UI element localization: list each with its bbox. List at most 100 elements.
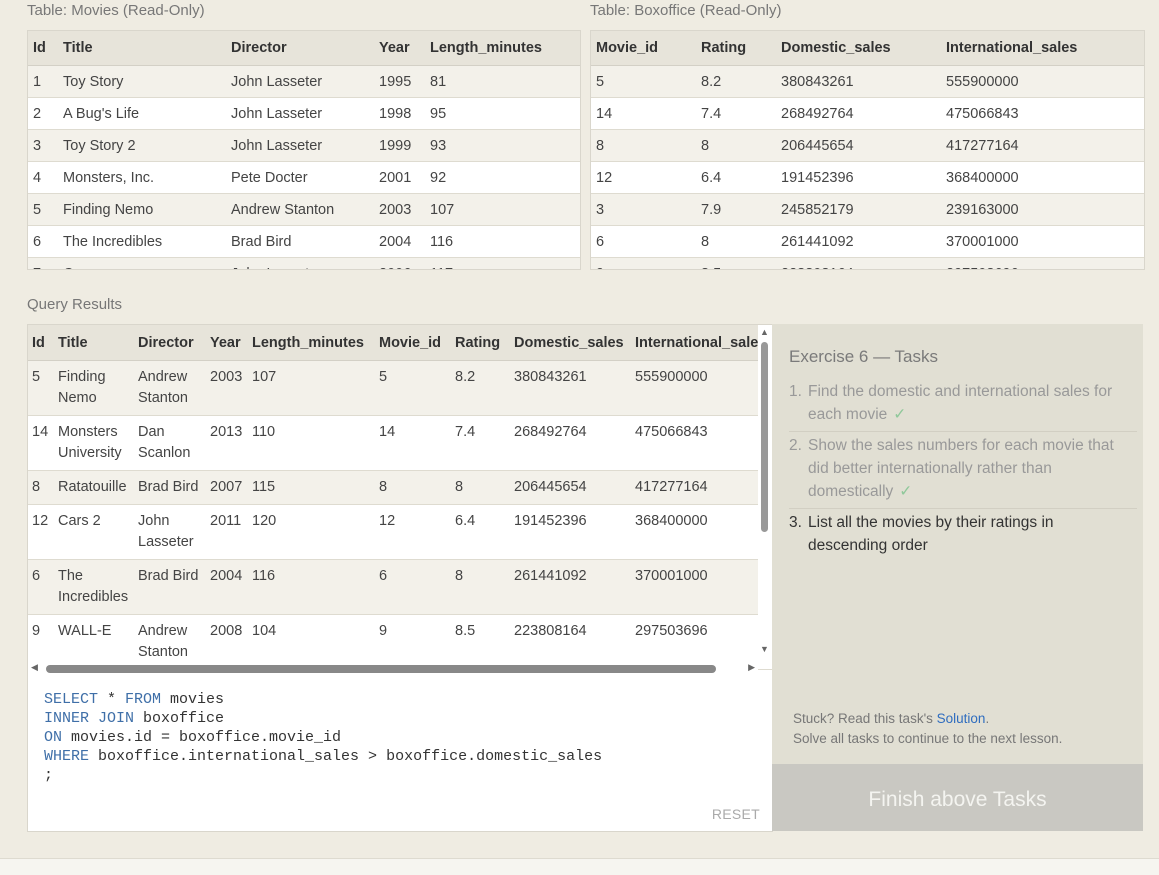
code-token: movies.id = boxoffice.movie_id bbox=[62, 729, 342, 746]
task-item-1: 1. Find the domestic and international s… bbox=[789, 378, 1137, 432]
table-cell: John Lasseter bbox=[226, 97, 374, 130]
table-cell: 7.4 bbox=[696, 97, 776, 130]
table-cell: 475066843 bbox=[941, 97, 1144, 130]
table-cell: 261441092 bbox=[510, 559, 631, 615]
table-row: 3 Toy Story 2 John Lasseter 1999 93 bbox=[28, 129, 580, 162]
solution-link[interactable]: Solution bbox=[937, 711, 986, 726]
movies-column-header: Director bbox=[226, 31, 374, 66]
scroll-left-arrow-icon[interactable]: ◀ bbox=[31, 662, 38, 673]
boxoffice-column-header: Rating bbox=[696, 31, 776, 66]
finish-tasks-button[interactable]: Finish above Tasks bbox=[772, 764, 1143, 831]
table-cell: 297503696 bbox=[941, 257, 1144, 269]
table-row: 8 8 206445654 417277164 bbox=[591, 129, 1144, 162]
movies-table: Id Title Director Year Length_minutes 1 Toy S… bbox=[28, 31, 580, 269]
table-cell: 3 bbox=[591, 193, 696, 226]
stuck-hint: Stuck? Read this task's Solution. Solve … bbox=[793, 709, 1062, 749]
table-cell: 6.4 bbox=[451, 504, 510, 560]
horizontal-scroll-thumb[interactable] bbox=[46, 665, 716, 673]
checkmark-icon: ✓ bbox=[893, 406, 907, 423]
table-row: 14 7.4 268492764 475066843 bbox=[591, 97, 1144, 130]
table-cell: 2004 bbox=[374, 225, 425, 258]
table-cell: Toy Story bbox=[58, 65, 226, 98]
table-cell: 380843261 bbox=[510, 360, 631, 416]
table-row: 12 Cars 2 John Lasseter 2011 120 12 6.4 1914523… bbox=[28, 504, 772, 560]
query-results-container[interactable]: Id Title Director Year Length_minutes Movie_i… bbox=[27, 324, 773, 681]
table-cell: 191452396 bbox=[776, 161, 941, 194]
table-cell: 261441092 bbox=[776, 225, 941, 258]
table-cell: 12 bbox=[591, 161, 696, 194]
table-cell: Cars bbox=[58, 257, 226, 269]
table-cell: 206445654 bbox=[510, 470, 631, 505]
task-item-2: 2. Show the sales numbers for each movie… bbox=[789, 432, 1137, 509]
table-cell: 1999 bbox=[374, 129, 425, 162]
table-cell: 6.4 bbox=[696, 161, 776, 194]
table-cell: 8.5 bbox=[696, 257, 776, 269]
table-row: 4 Monsters, Inc. Pete Docter 2001 92 bbox=[28, 161, 580, 194]
table-cell: 555900000 bbox=[941, 65, 1144, 98]
task-number: 3. bbox=[789, 514, 802, 531]
sql-editor[interactable]: SELECT * FROM movies INNER JOIN boxoffic… bbox=[27, 680, 773, 832]
table-cell: 2003 bbox=[206, 360, 248, 416]
tasks-panel: Exercise 6 — Tasks 1. Find the domestic … bbox=[772, 324, 1143, 764]
table-cell: 4 bbox=[28, 161, 58, 194]
table-cell: 12 bbox=[375, 504, 451, 560]
table-row: 98.5223808164297503696 bbox=[591, 257, 1144, 269]
boxoffice-table-body: 5 8.2 380843261 555900000 14 7.4 268492764 4750… bbox=[591, 65, 1144, 269]
movies-table-container[interactable]: Id Title Director Year Length_minutes 1 Toy S… bbox=[27, 30, 581, 270]
table-row: 1 Toy Story John Lasseter 1995 81 bbox=[28, 65, 580, 98]
table-cell: 8 bbox=[375, 470, 451, 505]
table-cell: 6 bbox=[28, 559, 54, 615]
table-cell: 81 bbox=[425, 65, 580, 98]
table-cell: 92 bbox=[425, 161, 580, 194]
table-cell: 116 bbox=[425, 225, 580, 258]
table-cell: 7 bbox=[28, 257, 58, 269]
vertical-scroll-thumb[interactable] bbox=[761, 342, 768, 532]
results-column-header: Year bbox=[206, 325, 248, 361]
table-cell: 107 bbox=[425, 193, 580, 226]
table-cell: 1 bbox=[28, 65, 58, 98]
table-cell: 1998 bbox=[374, 97, 425, 130]
table-cell: Brad Bird bbox=[134, 559, 206, 615]
boxoffice-table-caption: Table: Boxoffice (Read-Only) bbox=[590, 2, 782, 19]
results-horizontal-scrollbar[interactable]: ◀ ▶ bbox=[28, 658, 758, 680]
table-cell: Ratatouille bbox=[54, 470, 134, 505]
movies-column-header: Year bbox=[374, 31, 425, 66]
keyword-inner-join: INNER JOIN bbox=[44, 710, 135, 727]
table-cell: 5 bbox=[28, 193, 58, 226]
checkmark-icon: ✓ bbox=[899, 483, 913, 500]
table-cell: John Lasseter bbox=[134, 504, 206, 560]
table-cell: 116 bbox=[248, 559, 375, 615]
boxoffice-column-header: International_sales bbox=[941, 31, 1144, 66]
table-cell: 7.4 bbox=[451, 415, 510, 471]
table-cell: 8 bbox=[696, 225, 776, 258]
continue-hint: Solve all tasks to continue to the next … bbox=[793, 731, 1063, 746]
table-cell: 12 bbox=[28, 504, 54, 560]
table-cell: 2001 bbox=[374, 161, 425, 194]
table-cell: 5 bbox=[28, 360, 54, 416]
table-cell: 1995 bbox=[374, 65, 425, 98]
scroll-right-arrow-icon[interactable]: ▶ bbox=[748, 662, 755, 673]
table-cell: 268492764 bbox=[510, 415, 631, 471]
table-cell: 2 bbox=[28, 97, 58, 130]
table-cell: Finding Nemo bbox=[58, 193, 226, 226]
table-cell: Monsters University bbox=[54, 415, 134, 471]
boxoffice-table-container[interactable]: Movie_id Rating Domestic_sales Internationa… bbox=[590, 30, 1145, 270]
table-cell: Toy Story 2 bbox=[58, 129, 226, 162]
table-cell: Finding Nemo bbox=[54, 360, 134, 416]
scroll-down-arrow-icon[interactable]: ▼ bbox=[760, 644, 769, 654]
scroll-up-arrow-icon[interactable]: ▲ bbox=[760, 327, 769, 337]
table-row: 12 6.4 191452396 368400000 bbox=[591, 161, 1144, 194]
results-column-header: Title bbox=[54, 325, 134, 361]
table-cell: 93 bbox=[425, 129, 580, 162]
table-cell: 380843261 bbox=[776, 65, 941, 98]
results-vertical-scrollbar[interactable]: ▲ ▼ bbox=[758, 325, 772, 656]
sql-code[interactable]: SELECT * FROM movies INNER JOIN boxoffic… bbox=[44, 690, 602, 785]
reset-button[interactable]: RESET bbox=[712, 806, 760, 822]
results-column-header: Director bbox=[134, 325, 206, 361]
table-row: 6 8 261441092 370001000 bbox=[591, 225, 1144, 258]
code-token: ; bbox=[44, 767, 54, 784]
task-number: 2. bbox=[789, 437, 802, 454]
boxoffice-column-header: Movie_id bbox=[591, 31, 696, 66]
table-row: 8 Ratatouille Brad Bird 2007 115 8 8 206445654 4… bbox=[28, 470, 772, 505]
results-column-header: Movie_id bbox=[375, 325, 451, 361]
